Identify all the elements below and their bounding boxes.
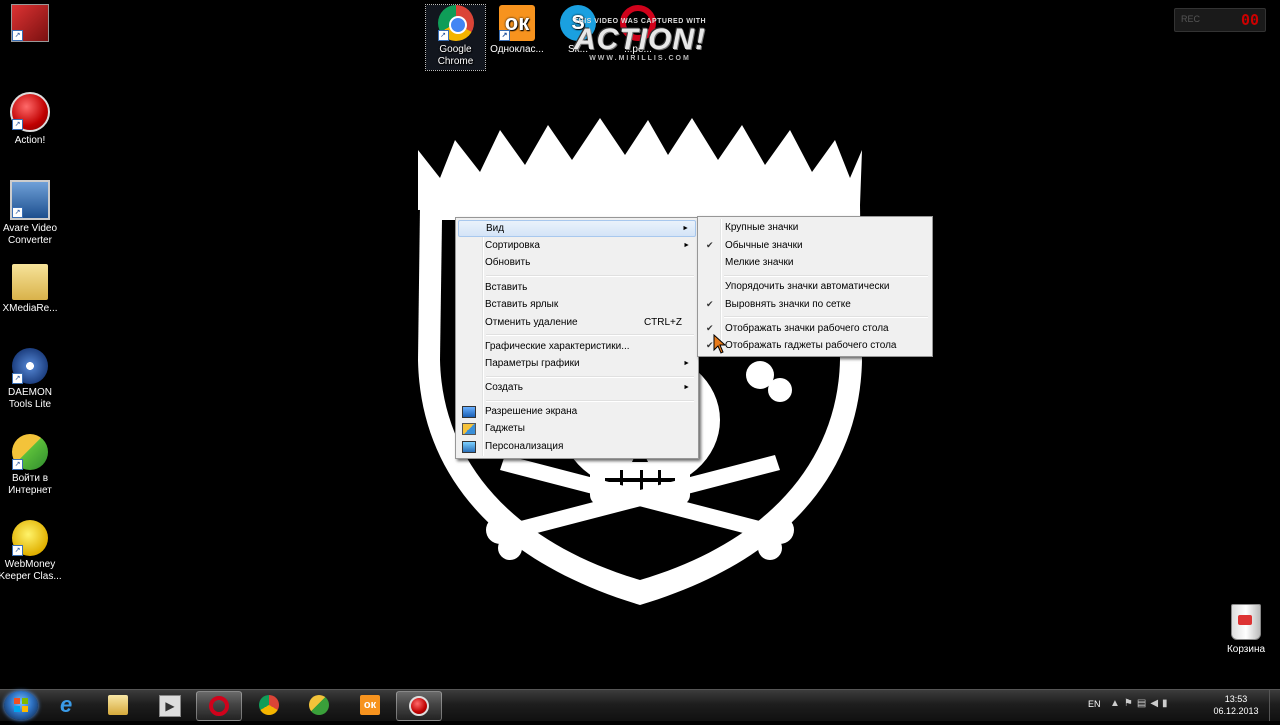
clock-time: 13:53: [1224, 694, 1248, 704]
submenu-item-show-icons[interactable]: ✔ Отображать значки рабочего стола: [700, 320, 930, 337]
desktop-icon-webmoney[interactable]: ↗ WebMoney Keeper Clas...: [0, 520, 62, 583]
explorer-folder-icon: [108, 695, 128, 715]
menu-item-gadgets[interactable]: Гаджеты: [458, 420, 696, 437]
volume-icon[interactable]: ◀: [1150, 698, 1162, 709]
taskbar: e ▶ ок EN ▲⚑▤◀▮ 13:53 06.12.2013: [0, 689, 1280, 721]
video-converter-icon: ↗: [10, 180, 50, 220]
language-indicator[interactable]: EN: [1088, 699, 1101, 709]
submenu-arrow-icon: ►: [682, 225, 689, 232]
network-icon[interactable]: ▤: [1137, 698, 1150, 709]
windows-logo-icon: [14, 698, 28, 712]
menu-item-view[interactable]: Вид ►: [458, 220, 696, 237]
menu-separator: [486, 400, 694, 402]
desktop-icon-action[interactable]: ↗ Action!: [0, 92, 62, 147]
action-record-icon: [409, 696, 429, 716]
submenu-item-medium-icons[interactable]: ✔ Обычные значки: [700, 237, 930, 254]
clock-date: 06.12.2013: [1213, 706, 1259, 716]
shortcut-label: CTRL+Z: [643, 317, 682, 328]
desktop-icon-google-chrome[interactable]: ↗ Google Chrome: [425, 4, 486, 71]
check-icon: ✔: [706, 299, 714, 309]
chrome-icon: [259, 695, 279, 715]
internet-globe-icon: [309, 695, 329, 715]
rec-timer: 00: [1240, 11, 1259, 29]
tray-expand-icon[interactable]: ▲: [1110, 698, 1124, 709]
taskbar-explorer[interactable]: [96, 691, 140, 719]
desktop-icon-daemon-tools[interactable]: ↗ DAEMON Tools Lite: [0, 348, 62, 411]
watermark-url: WWW.MIRILLIS.COM: [589, 55, 691, 62]
webmoney-icon: ↗: [12, 520, 48, 556]
taskbar-internet[interactable]: [297, 691, 341, 719]
recording-widget[interactable]: REC 00: [1174, 8, 1266, 32]
start-button[interactable]: [4, 691, 38, 720]
menu-item-refresh[interactable]: Обновить: [458, 254, 696, 271]
menu-item-sort[interactable]: Сортировка ►: [458, 237, 696, 254]
submenu-arrow-icon: ►: [683, 384, 690, 391]
menu-item-graphics-params[interactable]: Параметры графики ►: [458, 355, 696, 372]
menu-item-graphics-props[interactable]: Графические характеристики...: [458, 338, 696, 355]
menu-separator: [486, 334, 694, 336]
desktop-context-menu: Вид ► Сортировка ► Обновить Вставить Встав…: [455, 217, 699, 459]
submenu-item-auto-arrange[interactable]: Упорядочить значки автоматически: [700, 278, 930, 295]
internet-globe-icon: ↗: [12, 434, 48, 470]
opera-icon: [209, 696, 229, 716]
personalize-icon: [462, 441, 476, 453]
desktop-icon-odnoklassniki[interactable]: ок ↗ Одноклас...: [487, 5, 547, 56]
clock[interactable]: 13:53 06.12.2013: [1208, 693, 1264, 717]
battery-icon[interactable]: ▮: [1162, 698, 1172, 709]
action-record-icon: ↗: [10, 92, 50, 132]
check-icon: ✔: [706, 240, 714, 250]
rec-label: REC: [1181, 14, 1201, 24]
desktop-icon-internet[interactable]: ↗ Войти в Интернет: [0, 434, 62, 497]
media-player-icon: ▶: [159, 695, 181, 717]
desktop-icon-app[interactable]: ↗: [0, 4, 62, 45]
odnoklassniki-icon: ок ↗: [499, 5, 535, 41]
flag-icon[interactable]: ⚑: [1124, 698, 1137, 709]
internet-explorer-icon: e: [60, 692, 73, 717]
menu-item-create[interactable]: Создать ►: [458, 379, 696, 396]
watermark-brand: ACTION!: [574, 23, 706, 56]
submenu-item-small-icons[interactable]: Мелкие значки: [700, 254, 930, 271]
submenu-item-show-gadgets[interactable]: ✔ Отображать гаджеты рабочего стола: [700, 337, 930, 354]
monitor-icon: [462, 406, 476, 418]
menu-item-personalize[interactable]: Персонализация: [458, 438, 696, 455]
menu-separator: [486, 275, 694, 277]
capture-watermark: THIS VIDEO WAS CAPTURED WITH ACTION! WWW…: [560, 18, 720, 62]
taskbar-odnoklassniki[interactable]: ок: [348, 691, 392, 719]
menu-separator: [724, 275, 928, 277]
mouse-cursor-icon: [713, 334, 727, 354]
taskbar-action[interactable]: [396, 691, 442, 721]
odnoklassniki-icon: ок: [360, 695, 380, 715]
submenu-arrow-icon: ►: [683, 242, 690, 249]
daemon-tools-icon: ↗: [12, 348, 48, 384]
red-app-icon: ↗: [11, 4, 49, 42]
submenu-item-large-icons[interactable]: Крупные значки: [700, 219, 930, 236]
show-desktop-button[interactable]: [1269, 690, 1280, 721]
chrome-icon: ↗: [437, 5, 474, 41]
folder-icon: [12, 264, 48, 300]
menu-separator: [724, 316, 928, 318]
view-submenu: Крупные значки ✔ Обычные значки Мелкие зн…: [697, 216, 933, 357]
menu-item-paste[interactable]: Вставить: [458, 279, 696, 296]
recycle-bin-icon: [1231, 604, 1261, 640]
desktop-icon-recycle-bin[interactable]: Корзина: [1216, 604, 1276, 655]
menu-item-screen-resolution[interactable]: Разрешение экрана: [458, 403, 696, 420]
taskbar-chrome[interactable]: [247, 691, 291, 719]
submenu-item-align-grid[interactable]: ✔ Выровнять значки по сетке: [700, 296, 930, 313]
menu-item-undo-delete[interactable]: Отменить удаление CTRL+Z: [458, 314, 696, 331]
taskbar-opera[interactable]: [196, 691, 242, 721]
gadgets-icon: [462, 423, 476, 435]
desktop-icon-video-converter[interactable]: ↗ Avare Video Converter: [0, 180, 62, 247]
taskbar-media-player[interactable]: ▶: [147, 691, 191, 719]
submenu-arrow-icon: ►: [683, 360, 690, 367]
taskbar-internet-explorer[interactable]: e: [48, 691, 92, 719]
menu-separator: [486, 376, 694, 378]
menu-item-paste-shortcut[interactable]: Вставить ярлык: [458, 296, 696, 313]
desktop-icon-xmedia[interactable]: XMediaRe...: [0, 264, 62, 315]
system-tray[interactable]: ▲⚑▤◀▮: [1110, 698, 1200, 712]
